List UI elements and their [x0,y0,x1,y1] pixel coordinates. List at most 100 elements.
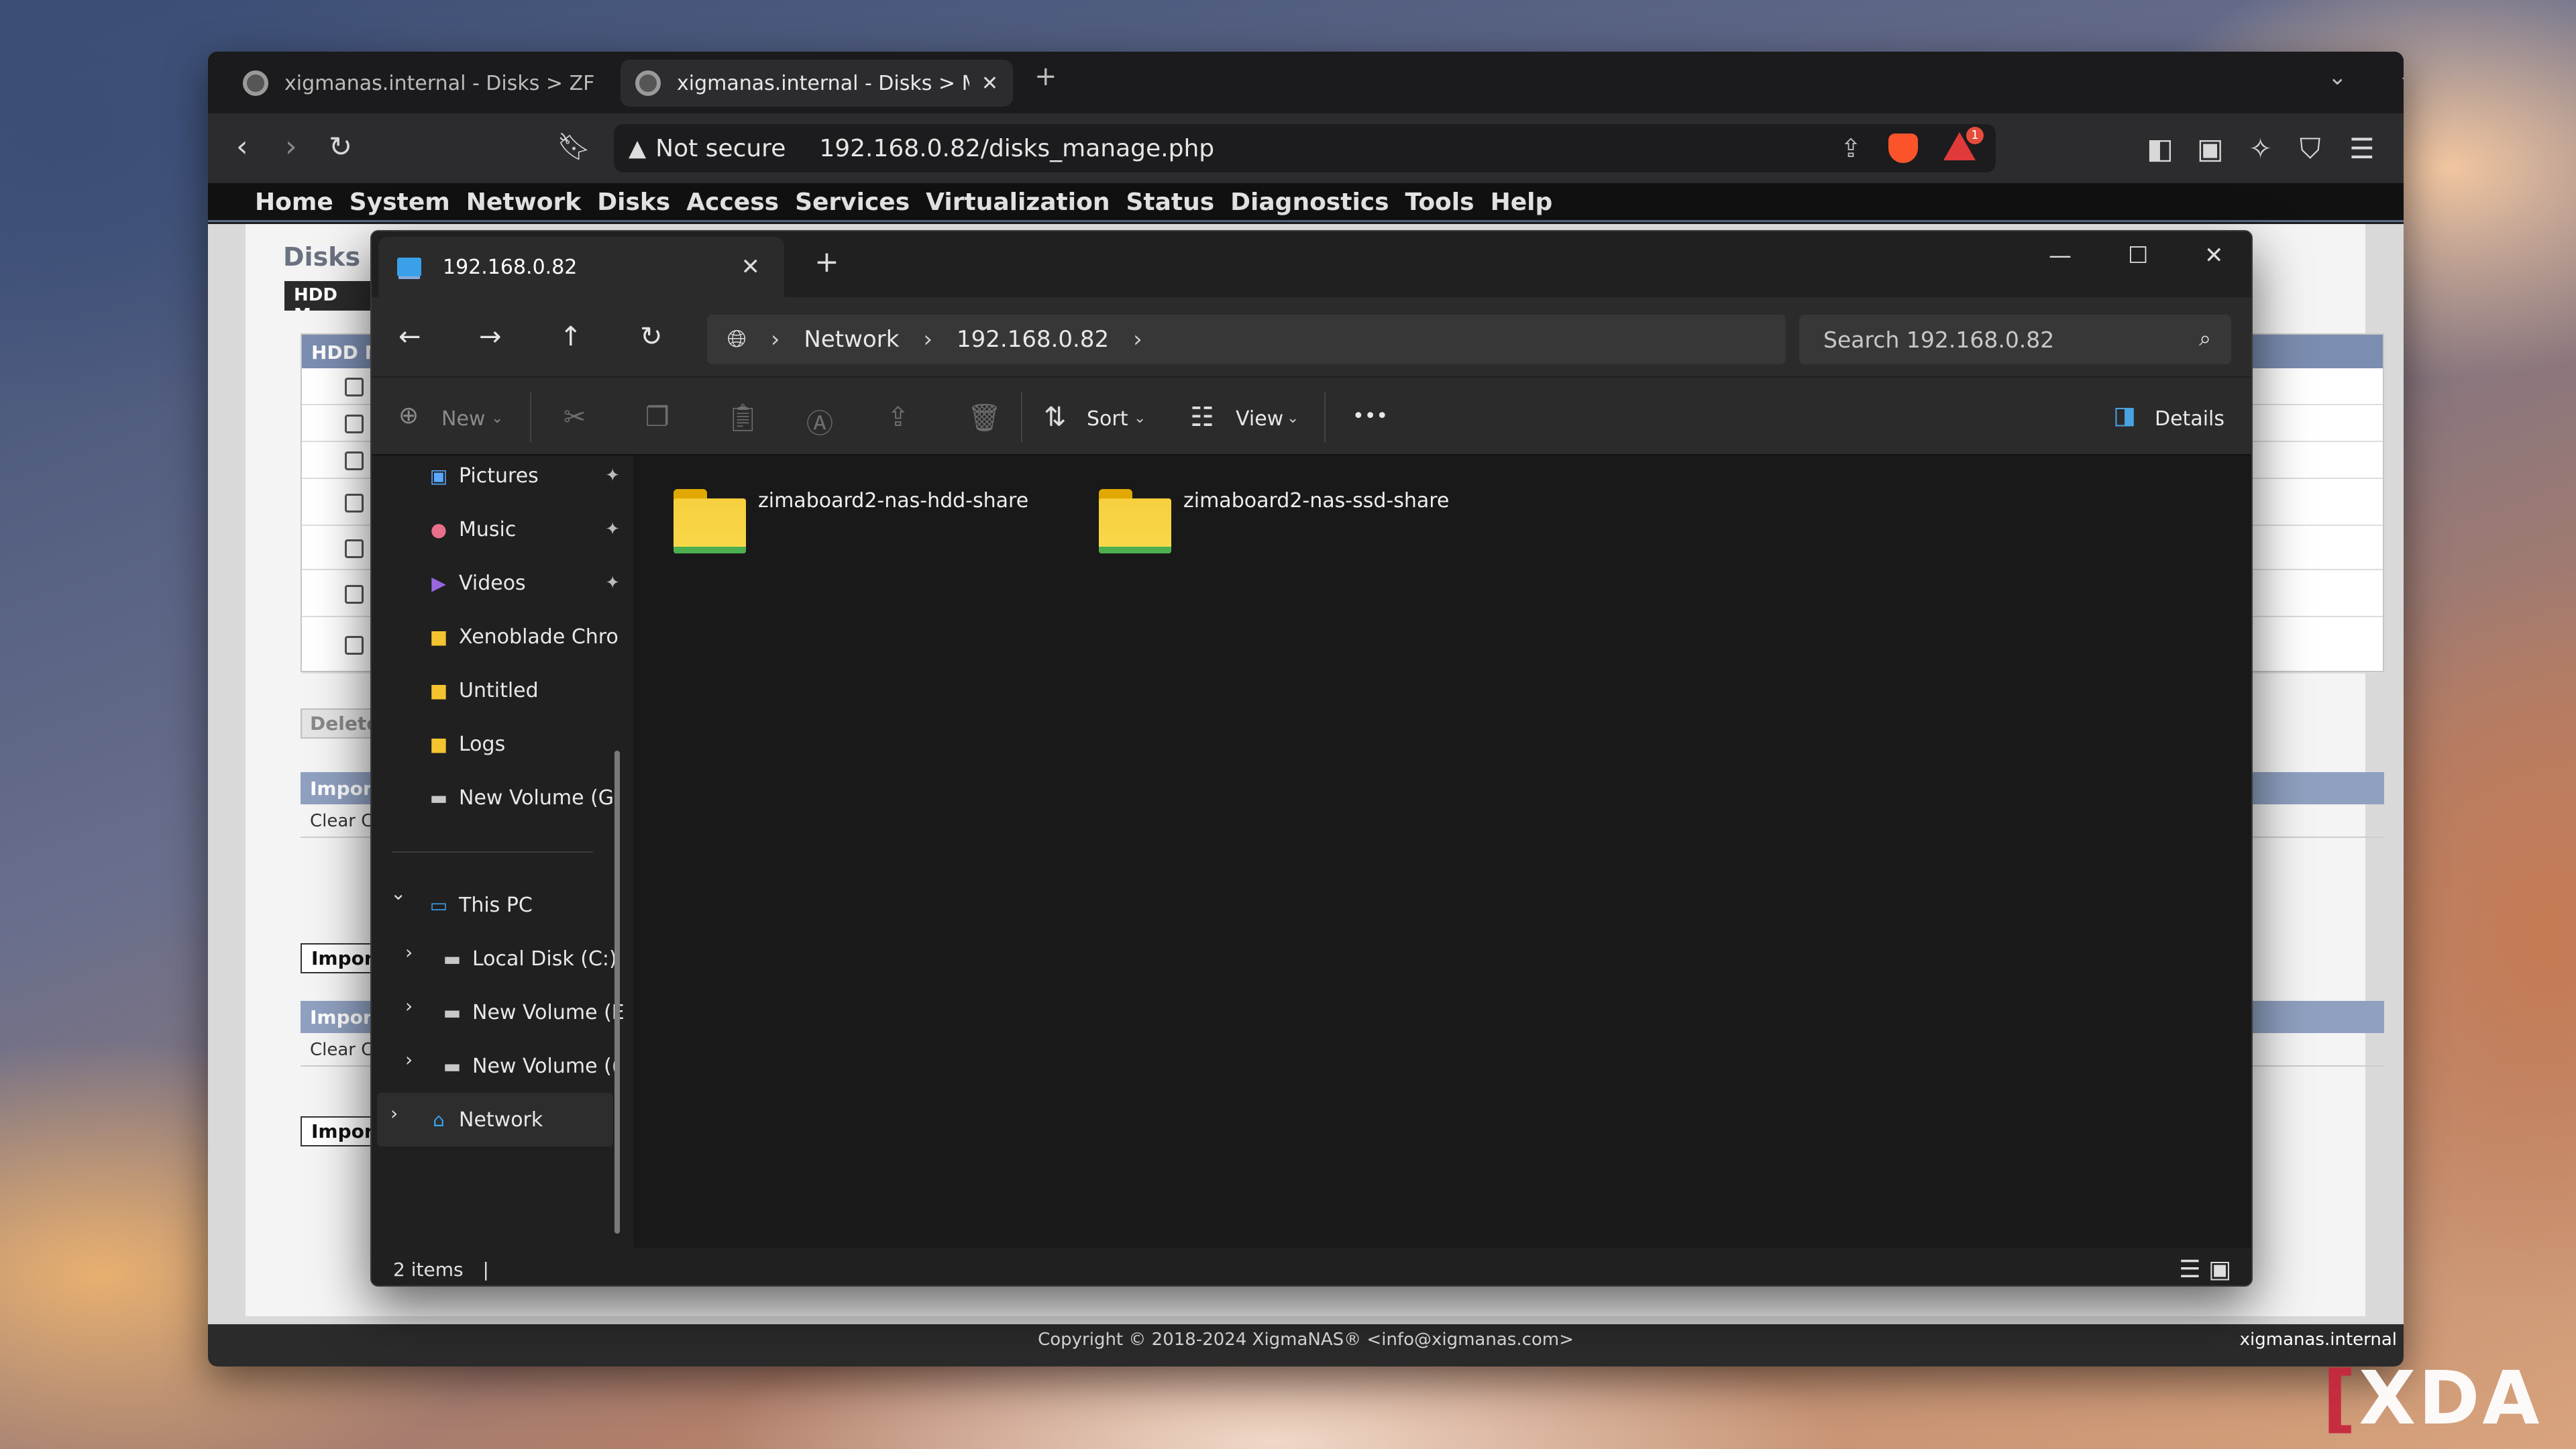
sidebar-item-pictures[interactable]: ▣ Pictures ✦ [425,455,627,496]
browser-tab-disks-manage[interactable]: xigmanas.internal - Disks > Man ✕ [621,60,1013,107]
vpn-icon[interactable]: ⛉ [2300,132,2321,166]
chevron-right-icon[interactable]: › [390,1102,398,1124]
row-checkbox[interactable] [345,636,364,655]
wallet-icon[interactable]: ▣ [2197,132,2224,165]
menu-diagnostics[interactable]: Diagnostics [1230,189,1389,216]
menu-virtualization[interactable]: Virtualization [926,189,1110,216]
chevron-right-icon[interactable]: › [405,995,413,1017]
details-button[interactable]: Details [2155,407,2224,431]
sidebar-item-videos[interactable]: ▶ Videos ✦ [425,563,627,603]
row-checkbox[interactable] [345,451,364,470]
address-bar[interactable]: ▲ Not secure 192.168.0.82/disks_manage.p… [614,124,1996,172]
menu-status[interactable]: Status [1126,189,1214,216]
copy-icon[interactable]: ❐ [645,402,669,433]
brave-shields-icon[interactable] [1888,133,1918,163]
menu-access[interactable]: Access [686,189,779,216]
sidebar-item-new-volume[interactable]: ▬ New Volume (( [439,1046,627,1086]
new-plus-icon[interactable]: ⊕ [398,402,419,429]
sidebar-item-local-disk-c[interactable]: ▬ Local Disk (C:) [439,938,627,979]
leo-ai-icon[interactable]: ✧ [2249,132,2272,165]
folder-hdd-share[interactable]: zimaboard2-nas-hdd-share [674,489,1028,553]
explorer-tab[interactable]: 192.168.0.82 ✕ [378,237,784,297]
forward-arrow-icon[interactable]: → [479,321,502,352]
share-icon[interactable]: ⇪ [1840,133,1862,163]
maximize-icon[interactable]: ☐ [2128,242,2148,269]
sidebar-item-network[interactable]: ⌂ Network [425,1099,627,1140]
close-window-icon[interactable]: ✕ [2204,242,2224,269]
search-input[interactable]: Search 192.168.0.82 ⌕ [1799,315,2231,364]
more-options-button[interactable]: ••• [1352,405,1388,428]
up-arrow-icon[interactable]: ↑ [559,321,582,352]
share-icon[interactable]: ⇪ [887,402,910,433]
sidebar-item-this-pc[interactable]: ▭ This PC [425,885,627,925]
security-label[interactable]: Not secure [655,135,786,162]
paste-icon[interactable]: 📋︎ [726,402,760,433]
view-button[interactable]: View [1236,407,1283,431]
menu-tools[interactable]: Tools [1405,189,1474,216]
row-checkbox[interactable] [345,539,364,558]
drive-icon: ▬ [443,947,462,970]
search-placeholder: Search 192.168.0.82 [1823,327,2055,353]
details-pane-icon[interactable]: ◨ [2113,402,2136,429]
new-button[interactable]: New [441,407,485,431]
back-arrow-icon[interactable]: ← [398,321,421,352]
rename-icon[interactable]: Ⓐ [806,402,833,441]
chevron-right-icon[interactable]: › [923,326,932,353]
row-checkbox[interactable] [345,494,364,513]
new-tab-button[interactable]: + [1034,61,1057,92]
sidebar-item-new-volume-e[interactable]: ▬ New Volume (E [439,992,627,1032]
menu-disks[interactable]: Disks [597,189,670,216]
url-text[interactable]: 192.168.0.82/disks_manage.php [819,135,1214,162]
close-tab-icon[interactable]: ✕ [981,72,998,95]
pin-icon[interactable]: ✦ [605,573,620,593]
refresh-icon[interactable]: ↻ [640,321,663,352]
folder-icon: ■ [429,733,448,755]
breadcrumb-network[interactable]: Network [804,326,899,353]
sidebar-scrollbar[interactable] [614,751,620,1234]
row-checkbox[interactable] [345,585,364,604]
folder-ssd-share[interactable]: zimaboard2-nas-ssd-share [1099,489,1449,553]
sort-button[interactable]: Sort [1087,407,1128,431]
forward-icon[interactable]: › [285,127,297,167]
menu-help[interactable]: Help [1491,189,1553,216]
minimize-icon[interactable]: — [2049,242,2072,269]
chevron-right-icon[interactable]: › [771,326,780,353]
sidebar-item-music[interactable]: ● Music ✦ [425,509,627,549]
sort-icon[interactable]: ⇅ [1044,402,1067,433]
sidebar-item-label: Pictures [459,464,539,488]
view-icon[interactable]: ☷ [1190,402,1214,433]
back-icon[interactable]: ‹ [236,127,248,167]
sidebar-icon[interactable]: ◧ [2147,132,2174,165]
chevron-right-icon[interactable]: › [405,1049,413,1071]
sidebar-item-xenoblade[interactable]: ■ Xenoblade Chro [425,616,627,657]
details-view-icon[interactable]: ☰ [2179,1256,2200,1283]
menu-services[interactable]: Services [795,189,910,216]
chevron-right-icon[interactable]: › [1133,326,1142,353]
pin-icon[interactable]: ✦ [605,519,620,539]
bookmark-icon[interactable]: 🔖︎ [557,127,591,167]
tab-list-chevron-icon[interactable]: ⌄ [2328,64,2347,91]
pictures-icon: ▣ [429,464,448,487]
explorer-address-bar[interactable]: 🌐︎ › Network › 192.168.0.82 › [707,315,1786,364]
menu-system[interactable]: System [350,189,450,216]
new-tab-button[interactable]: + [814,245,839,279]
browser-tab-zfs[interactable]: xigmanas.internal - Disks > ZFS > Po [228,60,610,107]
chevron-down-icon[interactable]: ⌄ [390,882,406,904]
menu-icon[interactable]: ☰ [2349,132,2375,165]
sidebar-item-untitled[interactable]: ■ Untitled [425,670,627,710]
breadcrumb-host[interactable]: 192.168.0.82 [957,326,1109,353]
chevron-right-icon[interactable]: › [405,941,413,963]
menu-network[interactable]: Network [466,189,581,216]
menu-home[interactable]: Home [255,189,333,216]
close-tab-icon[interactable]: ✕ [741,254,761,280]
row-checkbox[interactable] [345,378,364,396]
sidebar-item-logs[interactable]: ■ Logs [425,724,627,764]
row-checkbox[interactable] [345,415,364,433]
tiles-view-icon[interactable]: ▣ [2208,1256,2231,1283]
cut-icon[interactable]: ✂ [564,402,586,433]
delete-icon[interactable]: 🗑︎ [967,402,1002,433]
sidebar-item-new-volume-g[interactable]: ▬ New Volume (G: [425,777,627,818]
minimize-icon[interactable]: — [2402,64,2404,91]
pin-icon[interactable]: ✦ [605,466,620,486]
reload-icon[interactable]: ↻ [329,127,352,167]
